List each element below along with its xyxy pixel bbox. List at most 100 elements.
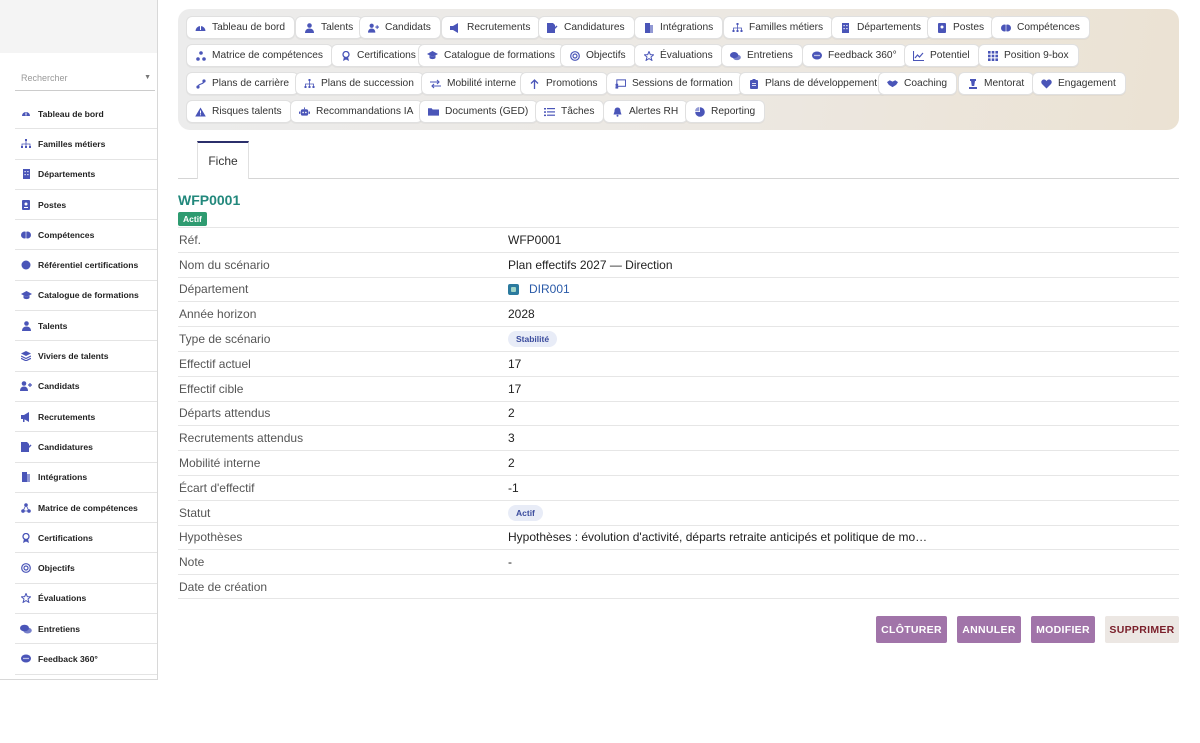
field-label: Effectif actuel	[179, 356, 251, 371]
field-label: Note	[179, 555, 205, 570]
module-coaching[interactable]: Coaching	[878, 72, 958, 95]
module-recommandations-ia[interactable]: Recommandations IA	[290, 100, 424, 123]
module-matrice-de-competences[interactable]: Matrice de compétences	[186, 44, 333, 67]
sidebar-item-objectifs[interactable]: Objectifs	[15, 553, 157, 584]
field-label: Date de création	[179, 579, 268, 594]
department-link[interactable]: DIR001	[529, 282, 570, 296]
module-recrutements[interactable]: Recrutements	[441, 16, 541, 39]
field-label: Nom du scénario	[179, 257, 270, 272]
sidebar-item-evaluations[interactable]: Évaluations	[15, 584, 157, 615]
module-mobilite-interne[interactable]: Mobilité interne	[421, 72, 527, 95]
user-icon	[304, 22, 315, 33]
sidebar-item-candidatures[interactable]: Candidatures	[15, 432, 157, 463]
module-mentorat[interactable]: Mentorat	[958, 72, 1035, 95]
field-label: Type de scénario	[179, 332, 271, 347]
module-catalogue-de-formations[interactable]: Catalogue de formations	[418, 44, 565, 67]
field-label: Recrutements attendus	[179, 431, 304, 446]
file-signature-icon	[20, 441, 32, 453]
sidebar-item-matrice-de-competences[interactable]: Matrice de compétences	[15, 493, 157, 524]
delete-button[interactable]: SUPPRIMER	[1105, 616, 1179, 643]
building-icon	[840, 22, 851, 33]
route-icon	[195, 78, 206, 89]
module-candidatures[interactable]: Candidatures	[538, 16, 635, 39]
sidebar-nav: Tableau de bord Familles métiers Départe…	[15, 99, 157, 675]
sidebar-item-recrutements[interactable]: Recrutements	[15, 402, 157, 433]
field-row-recrutements-attendus: Recrutements attendus 3	[178, 425, 1179, 450]
warning-icon	[195, 106, 206, 117]
module-reporting[interactable]: Reporting	[685, 100, 766, 123]
module-departements[interactable]: Départements	[831, 16, 931, 39]
module-potentiel[interactable]: Potentiel	[904, 44, 980, 67]
module-taches[interactable]: Tâches	[535, 100, 605, 123]
field-row-effectif-actuel: Effectif actuel 17	[178, 350, 1179, 376]
scenario-type-pill: Stabilité	[508, 331, 558, 348]
module-engagement[interactable]: Engagement	[1032, 72, 1126, 95]
file-signature-icon	[547, 22, 558, 33]
sidebar-item-talents[interactable]: Talents	[15, 311, 157, 342]
field-value: 17	[508, 381, 522, 396]
module-objectifs[interactable]: Objectifs	[560, 44, 636, 67]
sidebar-item-viviers-de-talents[interactable]: Viviers de talents	[15, 341, 157, 372]
module-integrations[interactable]: Intégrations	[634, 16, 724, 39]
module-familles-metiers[interactable]: Familles métiers	[723, 16, 834, 39]
module-plans-de-carriere[interactable]: Plans de carrière	[186, 72, 300, 95]
field-label: Réf.	[179, 232, 202, 247]
module-position-9-box[interactable]: Position 9-box	[978, 44, 1079, 67]
edit-button[interactable]: MODIFIER	[1031, 616, 1095, 643]
door-icon	[20, 471, 32, 483]
field-row-nom-scenario: Nom du scénario Plan effectifs 2027 — Dir…	[178, 251, 1179, 277]
module-certifications[interactable]: Certifications	[331, 44, 426, 67]
module-candidats[interactable]: Candidats	[359, 16, 441, 39]
search-input[interactable]	[21, 72, 131, 83]
sidebar-item-entretiens[interactable]: Entretiens	[15, 614, 157, 645]
field-row-hypotheses: Hypothèses Hypothèses : évolution d'activ…	[178, 524, 1179, 550]
tab-fiche[interactable]: Fiche	[197, 141, 249, 179]
module-entretiens[interactable]: Entretiens	[721, 44, 803, 67]
sidebar-item-integrations[interactable]: Intégrations	[15, 463, 157, 493]
graduation-cap-icon	[20, 289, 32, 301]
sidebar-item-tableau-de-bord[interactable]: Tableau de bord	[15, 99, 157, 130]
sitemap-icon	[732, 22, 743, 33]
comment-dots-icon	[811, 50, 822, 61]
module-risques-talents[interactable]: Risques talents	[186, 100, 292, 123]
module-feedback-360[interactable]: Feedback 360°	[802, 44, 907, 67]
module-documents-ged[interactable]: Documents (GED)	[419, 100, 539, 123]
star-icon	[20, 592, 32, 604]
sidebar-item-competences[interactable]: Compétences	[15, 220, 157, 251]
field-label: Mobilité interne	[179, 456, 261, 471]
module-promotions[interactable]: Promotions	[520, 72, 608, 95]
sidebar-item-feedback-360[interactable]: Feedback 360°	[15, 644, 157, 675]
sidebar-item-departements[interactable]: Départements	[15, 160, 157, 190]
sidebar-item-candidats[interactable]: Candidats	[15, 372, 157, 402]
module-talents[interactable]: Talents	[295, 16, 364, 39]
sidebar-item-certifications[interactable]: Certifications	[15, 523, 157, 554]
field-value: 2	[508, 406, 515, 421]
target-icon	[569, 50, 580, 61]
module-competences[interactable]: Compétences	[991, 16, 1090, 39]
module-postes[interactable]: Postes	[927, 16, 995, 39]
field-row-ref: Réf. WFP0001	[178, 227, 1179, 252]
department-icon	[508, 283, 519, 295]
module-tableau-de-bord[interactable]: Tableau de bord	[186, 16, 296, 39]
field-row-mobilite-interne: Mobilité interne 2	[178, 450, 1179, 475]
chevron-down-icon[interactable]: ▼	[144, 74, 151, 81]
module-plans-de-succession[interactable]: Plans de succession	[295, 72, 424, 95]
sidebar-item-postes[interactable]: Postes	[15, 190, 157, 221]
cancel-button[interactable]: ANNULER	[957, 616, 1021, 643]
module-bar: Tableau de bord Talents Candidats Recrut…	[178, 9, 1179, 130]
module-plans-de-developpement[interactable]: Plans de développement	[739, 72, 888, 95]
field-row-effectif-cible: Effectif cible 17	[178, 375, 1179, 401]
module-evaluations[interactable]: Évaluations	[634, 44, 723, 67]
sidebar-item-familles-metiers[interactable]: Familles métiers	[15, 129, 157, 160]
sitemap-icon	[20, 138, 32, 150]
badge-icon	[20, 199, 32, 211]
close-record-button[interactable]: CLÔTURER	[876, 616, 947, 643]
module-alertes-rh[interactable]: Alertes RH	[603, 100, 689, 123]
star-icon	[643, 50, 654, 61]
sidebar-search[interactable]: ▼	[15, 65, 155, 91]
sidebar-item-catalogue-de-formations[interactable]: Catalogue de formations	[15, 281, 157, 312]
award-icon	[340, 50, 351, 61]
sidebar-item-referentiel-certifications[interactable]: Référentiel certifications	[15, 250, 157, 281]
award-icon	[20, 532, 32, 544]
module-sessions-de-formation[interactable]: Sessions de formation	[606, 72, 743, 95]
